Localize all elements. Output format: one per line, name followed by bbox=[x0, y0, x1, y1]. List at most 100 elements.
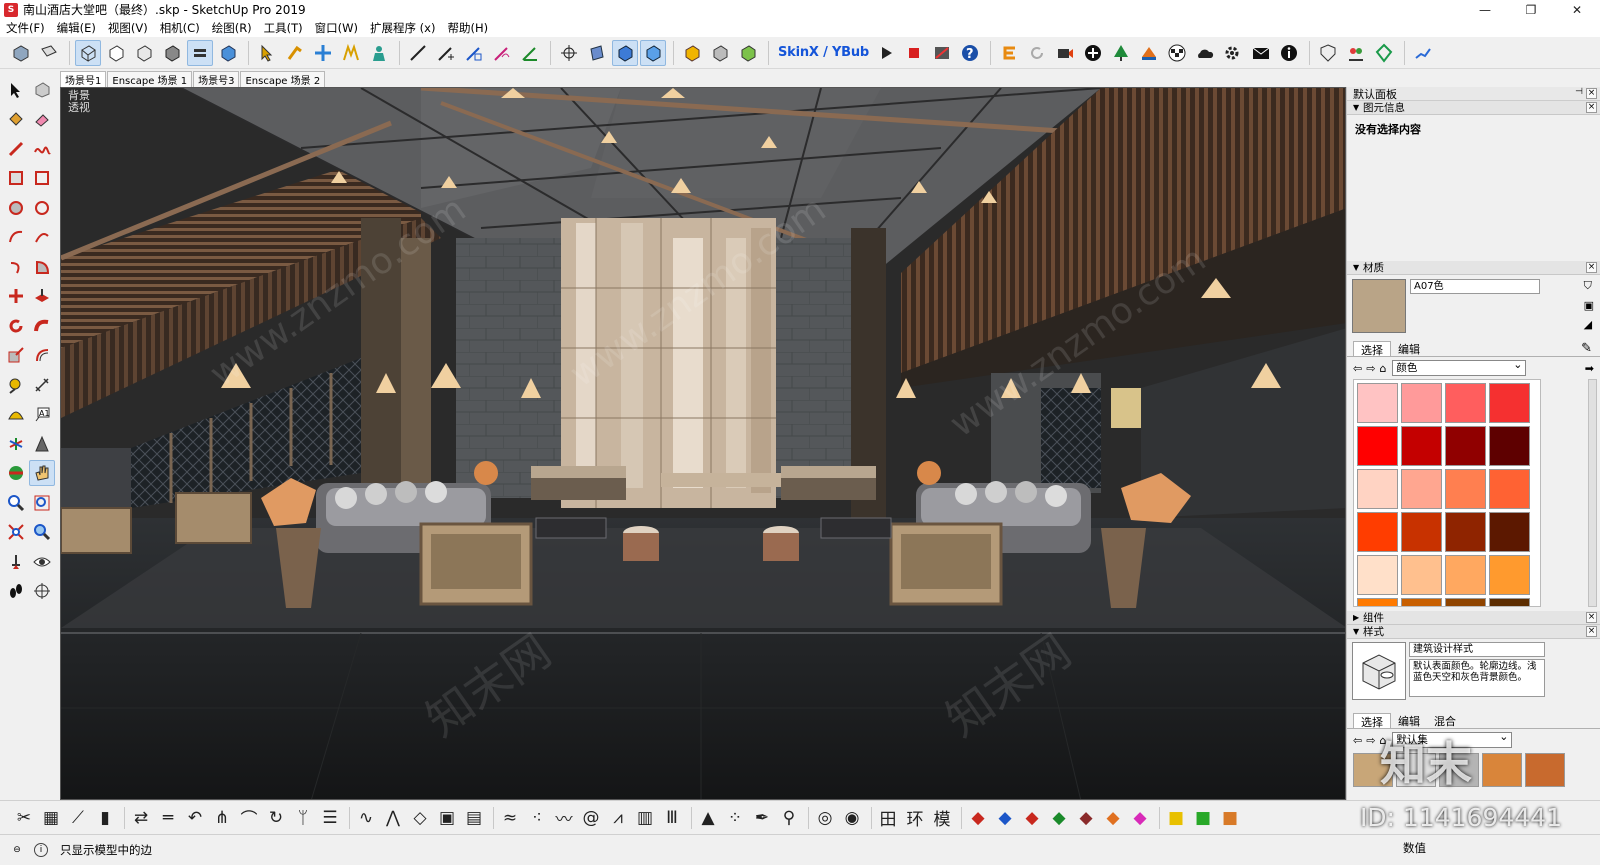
stack-icon[interactable]: ☰ bbox=[318, 806, 342, 830]
textured-icon[interactable] bbox=[187, 39, 213, 66]
refresh-icon[interactable] bbox=[1024, 40, 1050, 66]
play-icon[interactable] bbox=[873, 40, 899, 66]
menu-file[interactable]: 文件(F) bbox=[0, 20, 51, 36]
wave-icon[interactable]: ≈ bbox=[498, 806, 522, 830]
component-green-icon[interactable] bbox=[735, 40, 761, 66]
video-export-icon[interactable] bbox=[1052, 40, 1078, 66]
arc-3pt-icon[interactable] bbox=[3, 254, 29, 280]
ring-a-icon[interactable]: 环 bbox=[903, 806, 927, 830]
material-swatch-16[interactable] bbox=[1357, 555, 1398, 595]
axis-red-icon[interactable]: ◆ bbox=[966, 806, 990, 830]
help-question-icon[interactable]: ? bbox=[957, 40, 983, 66]
style-thumb[interactable] bbox=[1525, 753, 1565, 787]
pie-icon[interactable] bbox=[29, 254, 55, 280]
polygon-icon[interactable] bbox=[29, 195, 55, 221]
cut-icon[interactable]: ✂ bbox=[12, 806, 36, 830]
arc-2pt-icon[interactable] bbox=[29, 224, 55, 250]
style-back-icon[interactable]: ⇦ bbox=[1353, 734, 1362, 747]
material-swatch-1[interactable] bbox=[1401, 383, 1442, 423]
offset-icon[interactable] bbox=[338, 40, 364, 66]
material-swatch-20[interactable] bbox=[1357, 598, 1398, 606]
menu-help[interactable]: 帮助(H) bbox=[441, 20, 494, 36]
zoom-icon[interactable] bbox=[3, 490, 29, 516]
menu-view[interactable]: 视图(V) bbox=[102, 20, 154, 36]
material-swatch-0[interactable] bbox=[1357, 383, 1398, 423]
select-arrow-icon[interactable] bbox=[254, 40, 280, 66]
info-icon[interactable] bbox=[1276, 40, 1302, 66]
materials-close-icon[interactable]: × bbox=[1586, 262, 1597, 273]
material-swatch-6[interactable] bbox=[1445, 426, 1486, 466]
text-tool-icon[interactable]: A1 bbox=[29, 401, 55, 427]
material-library-select[interactable]: 颜色 bbox=[1392, 358, 1527, 376]
previous-view-icon[interactable] bbox=[29, 519, 55, 545]
ramp-icon[interactable]: ⟋ bbox=[66, 806, 90, 830]
graph-line-icon[interactable] bbox=[1410, 40, 1436, 66]
home-icon[interactable]: ⌂ bbox=[1379, 362, 1386, 375]
material-name-field[interactable]: A07色 bbox=[1410, 279, 1540, 294]
axis-mix-icon[interactable]: ◆ bbox=[1020, 806, 1044, 830]
material-swatch-18[interactable] bbox=[1445, 555, 1486, 595]
box-icon[interactable]: ▣ bbox=[435, 806, 459, 830]
settings-gear-icon[interactable] bbox=[1220, 40, 1246, 66]
style-description[interactable]: 默认表面颜色。轮廓边线。浅蓝色天空和灰色背景颜色。 bbox=[1409, 659, 1545, 697]
position-camera-icon[interactable] bbox=[3, 549, 29, 575]
section-fill-icon[interactable] bbox=[612, 39, 638, 66]
line-tool-icon[interactable] bbox=[405, 40, 431, 66]
material-swatch-19[interactable] bbox=[1489, 555, 1530, 595]
materials-header[interactable]: ▼ 材质 × bbox=[1347, 261, 1600, 275]
saw-icon[interactable]: ⩘ bbox=[606, 806, 630, 830]
mail-icon[interactable] bbox=[1248, 40, 1274, 66]
pin-icon[interactable]: ⊣ bbox=[1575, 87, 1583, 97]
look-around-icon[interactable] bbox=[29, 549, 55, 575]
style-thumb[interactable] bbox=[1482, 753, 1522, 787]
details-arrow-icon[interactable]: ➡ bbox=[1585, 362, 1594, 375]
follow-me-icon[interactable] bbox=[29, 313, 55, 339]
rectangle-icon[interactable] bbox=[3, 165, 29, 191]
material-swatch-17[interactable] bbox=[1401, 555, 1442, 595]
cube-yellow-icon[interactable]: ■ bbox=[1164, 806, 1188, 830]
broom-icon[interactable]: ⚲ bbox=[777, 806, 801, 830]
menu-camera[interactable]: 相机(C) bbox=[154, 20, 206, 36]
freehand-icon[interactable] bbox=[29, 136, 55, 162]
material-swatch-2[interactable] bbox=[1445, 383, 1486, 423]
orbit-target-icon[interactable] bbox=[556, 40, 582, 66]
material-swatch-3[interactable] bbox=[1489, 383, 1530, 423]
section-plane-tool-icon[interactable] bbox=[29, 578, 55, 604]
rotate-icon[interactable] bbox=[3, 313, 29, 339]
back-arrow-icon[interactable]: ⇦ bbox=[1353, 362, 1362, 375]
loop-icon[interactable]: ↻ bbox=[264, 806, 288, 830]
line-edit-icon[interactable] bbox=[461, 40, 487, 66]
swirl-icon[interactable]: ◉ bbox=[840, 806, 864, 830]
material-swatch-10[interactable] bbox=[1445, 469, 1486, 509]
arrow-tool-icon[interactable]: ↶ bbox=[183, 806, 207, 830]
curve-tool-icon[interactable]: ∿ bbox=[354, 806, 378, 830]
menu-tools[interactable]: 工具(T) bbox=[258, 20, 309, 36]
equal-icon[interactable]: ═ bbox=[156, 806, 180, 830]
material-swatch-8[interactable] bbox=[1357, 469, 1398, 509]
model-viewport[interactable]: www.znzmo.com www.znzmo.com www.znzmo.co… bbox=[60, 87, 1346, 800]
bars-icon[interactable]: ▮ bbox=[93, 806, 117, 830]
ring-icon[interactable]: ◎ bbox=[813, 806, 837, 830]
skinx-label[interactable]: SkinX / YBub bbox=[778, 45, 869, 60]
components-close-icon[interactable]: × bbox=[1586, 612, 1597, 623]
columns-icon[interactable]: Ⅲ bbox=[660, 806, 684, 830]
person-icon[interactable] bbox=[366, 40, 392, 66]
geo-location-icon[interactable]: ⊖ bbox=[10, 843, 24, 857]
material-lib-icon[interactable] bbox=[1136, 40, 1162, 66]
stop-icon[interactable] bbox=[901, 40, 927, 66]
line-add-icon[interactable] bbox=[433, 40, 459, 66]
material-swatch-21[interactable] bbox=[1401, 598, 1442, 606]
enscape-logo-icon[interactable] bbox=[996, 40, 1022, 66]
zoom-window-icon[interactable] bbox=[29, 490, 55, 516]
material-swatch-5[interactable] bbox=[1401, 426, 1442, 466]
section-plane-icon[interactable] bbox=[584, 40, 610, 66]
branch-icon[interactable]: ⋔ bbox=[210, 806, 234, 830]
top-view-icon[interactable] bbox=[36, 40, 62, 66]
close-button[interactable]: ✕ bbox=[1554, 0, 1600, 19]
forward-arrow-icon[interactable]: ⇨ bbox=[1366, 362, 1375, 375]
users-icon[interactable] bbox=[1343, 40, 1369, 66]
axes-icon[interactable] bbox=[3, 431, 29, 457]
style-name-field[interactable]: 建筑设计样式 bbox=[1409, 642, 1545, 657]
dots-icon[interactable]: ⁘ bbox=[723, 806, 747, 830]
tab-style-mix[interactable]: 混合 bbox=[1427, 713, 1463, 728]
